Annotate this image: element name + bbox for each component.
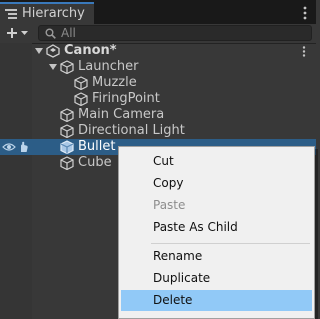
plus-icon <box>7 28 17 38</box>
menu-item-label: Rename <box>153 249 203 263</box>
hierarchy-icon <box>5 9 17 19</box>
tree-item-label: Bullet <box>78 139 116 154</box>
gameobject-cube-icon <box>60 156 74 170</box>
menu-item-paste: Paste <box>121 195 312 216</box>
menu-separator <box>151 243 310 244</box>
menu-item-label: Paste As Child <box>153 220 238 234</box>
kebab-menu-icon[interactable] <box>302 46 306 57</box>
menu-item-label: Paste <box>153 198 186 212</box>
tree-item-label: Directional Light <box>78 123 185 138</box>
tree-item-label: Cube <box>78 155 112 170</box>
menu-item-paste-as-child[interactable]: Paste As Child <box>121 217 312 238</box>
tree-item-main-camera[interactable]: Main Camera <box>0 107 316 123</box>
menu-item-copy[interactable]: Copy <box>121 173 312 194</box>
visibility-eye-icon[interactable] <box>2 142 16 152</box>
gameobject-cube-icon <box>60 140 74 154</box>
tree-item-firingpoint[interactable]: FiringPoint <box>0 91 316 107</box>
gameobject-cube-icon <box>60 108 74 122</box>
foldout-arrow-icon[interactable] <box>49 64 57 70</box>
menu-item-cut[interactable]: Cut <box>121 151 312 172</box>
tree-item-label: Main Camera <box>78 107 165 122</box>
tree-item-label: Muzzle <box>92 75 137 90</box>
tree-item-label: FiringPoint <box>92 91 160 106</box>
tree-item-muzzle[interactable]: Muzzle <box>0 75 316 91</box>
kebab-menu-icon[interactable] <box>299 6 311 20</box>
gameobject-cube-icon <box>60 60 74 74</box>
create-button[interactable] <box>4 25 32 41</box>
context-menu: Cut Copy Paste Paste As Child Rename Dup… <box>118 146 315 319</box>
menu-item-label: Copy <box>153 176 184 190</box>
tab-bar: Hierarchy <box>0 0 316 24</box>
tree-item-label: Launcher <box>78 59 139 74</box>
gameobject-cube-icon <box>74 92 88 106</box>
menu-item-label: Cut <box>153 154 174 168</box>
menu-item-rename[interactable]: Rename <box>121 246 312 267</box>
menu-item-delete[interactable]: Delete <box>121 290 312 311</box>
unity-scene-icon <box>46 44 60 58</box>
search-field[interactable] <box>38 25 312 41</box>
search-input[interactable] <box>61 26 301 40</box>
tab-hierarchy[interactable]: Hierarchy <box>0 2 94 24</box>
search-icon <box>45 28 56 39</box>
pickability-hand-icon[interactable] <box>18 141 29 153</box>
tree-item-directional-light[interactable]: Directional Light <box>0 123 316 139</box>
menu-item-label: Duplicate <box>153 271 211 285</box>
dropdown-arrow-icon <box>21 31 28 35</box>
menu-item-duplicate[interactable]: Duplicate <box>121 268 312 289</box>
hierarchy-window: Hierarchy All Canon* Launcher Muzzle Fir… <box>0 0 318 319</box>
foldout-arrow-icon[interactable] <box>35 48 43 54</box>
gameobject-cube-icon <box>60 124 74 138</box>
scene-label: Canon* <box>64 43 117 58</box>
scene-row[interactable]: Canon* <box>0 43 316 59</box>
gameobject-cube-icon <box>74 76 88 90</box>
menu-item-label: Delete <box>153 293 193 307</box>
toolbar <box>0 24 316 44</box>
tree-item-launcher[interactable]: Launcher <box>0 59 316 75</box>
tab-label: Hierarchy <box>22 6 85 21</box>
